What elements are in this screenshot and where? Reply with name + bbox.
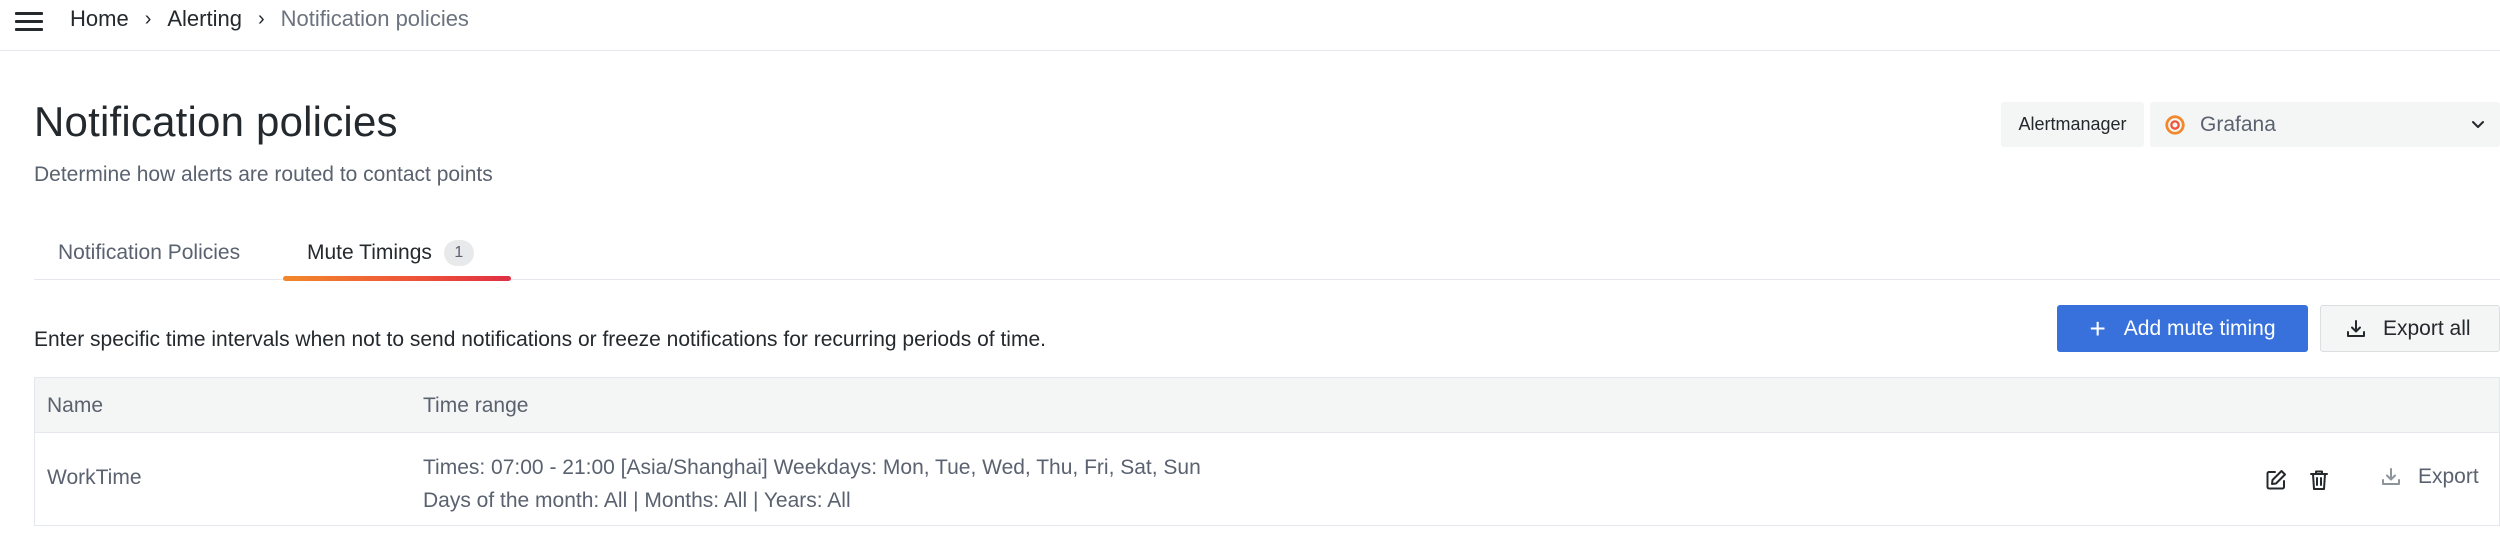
time-range-line-times: Times: 07:00 - 21:00 [Asia/Shanghai] Wee… (423, 456, 1201, 479)
hamburger-menu-icon[interactable] (10, 8, 46, 36)
page-subtitle: Determine how alerts are routed to conta… (34, 163, 493, 186)
table-header: Name Time range (35, 378, 2499, 433)
column-header-name: Name (47, 394, 104, 417)
mute-timing-time-range: Times: 07:00 - 21:00 [Asia/Shanghai] Wee… (423, 451, 1201, 517)
trash-icon[interactable] (2307, 468, 2331, 492)
alertmanager-select[interactable]: Grafana (2150, 102, 2500, 147)
breadcrumb-current: Notification policies (280, 6, 469, 31)
column-header-time-range: Time range (423, 394, 529, 417)
time-range-line-days: Days of the month: All | Months: All | Y… (423, 489, 851, 512)
grafana-logo-icon (2165, 114, 2186, 135)
export-all-button[interactable]: Export all (2320, 305, 2500, 352)
active-tab-indicator (283, 276, 511, 281)
tab-mute-timings[interactable]: Mute Timings 1 (307, 226, 474, 280)
chevron-down-icon (2472, 121, 2484, 128)
alertmanager-label: Alertmanager (2001, 102, 2144, 147)
breadcrumb-home[interactable]: Home (70, 6, 129, 32)
tab-bar: Notification Policies Mute Timings 1 (34, 226, 2500, 281)
tab-label: Notification Policies (58, 241, 241, 264)
add-mute-timing-label: Add mute timing (2123, 316, 2276, 340)
row-export-button[interactable]: Export (2380, 465, 2479, 489)
mute-timing-name: WorkTime (47, 466, 142, 489)
edit-icon[interactable] (2264, 468, 2288, 492)
mute-timings-table: Name Time range WorkTime Times: 07:00 - … (34, 377, 2500, 526)
tab-notification-policies[interactable]: Notification Policies (58, 226, 240, 280)
page-title: Notification policies (34, 98, 398, 145)
breadcrumb: Home › Alerting › Notification policies (70, 6, 469, 32)
chevron-right-icon: › (144, 7, 152, 30)
chevron-right-icon: › (257, 7, 265, 30)
plus-icon: + (2089, 312, 2106, 344)
mute-timings-description: Enter specific time intervals when not t… (34, 328, 1046, 351)
download-icon (2382, 468, 2400, 485)
export-all-label: Export all (2383, 316, 2471, 340)
row-export-label: Export (2418, 465, 2479, 488)
top-bar: Home › Alerting › Notification policies (0, 0, 2500, 51)
add-mute-timing-button[interactable]: + Add mute timing (2057, 305, 2308, 352)
tab-count-badge: 1 (443, 240, 474, 266)
table-row: WorkTime Times: 07:00 - 21:00 [Asia/Shan… (35, 434, 2499, 526)
alertmanager-value: Grafana (2200, 112, 2276, 136)
tab-label: Mute Timings (307, 241, 432, 264)
breadcrumb-alerting[interactable]: Alerting (167, 6, 242, 32)
download-icon (2347, 319, 2365, 337)
